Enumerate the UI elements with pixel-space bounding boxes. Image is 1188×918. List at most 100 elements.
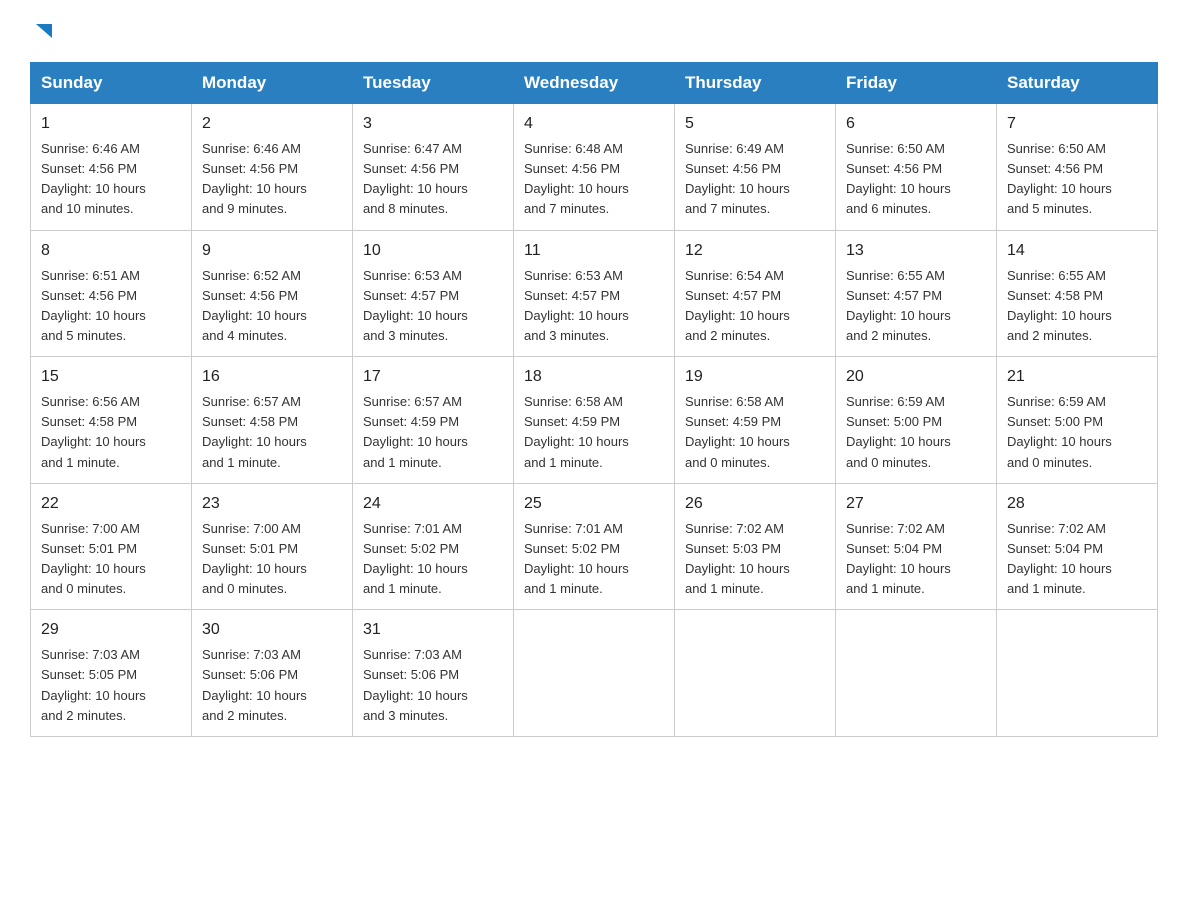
calendar-cell: 10 Sunrise: 6:53 AMSunset: 4:57 PMDaylig…: [353, 230, 514, 357]
logo: [30, 24, 54, 42]
day-number: 31: [363, 618, 503, 642]
calendar-cell: 6 Sunrise: 6:50 AMSunset: 4:56 PMDayligh…: [836, 104, 997, 231]
day-info: Sunrise: 7:01 AMSunset: 5:02 PMDaylight:…: [524, 521, 629, 596]
calendar-cell: [675, 610, 836, 737]
day-number: 5: [685, 112, 825, 136]
day-number: 26: [685, 492, 825, 516]
day-info: Sunrise: 7:02 AMSunset: 5:04 PMDaylight:…: [846, 521, 951, 596]
calendar-cell: 20 Sunrise: 6:59 AMSunset: 5:00 PMDaylig…: [836, 357, 997, 484]
calendar-cell: [836, 610, 997, 737]
day-info: Sunrise: 7:02 AMSunset: 5:03 PMDaylight:…: [685, 521, 790, 596]
day-number: 10: [363, 239, 503, 263]
day-info: Sunrise: 7:00 AMSunset: 5:01 PMDaylight:…: [202, 521, 307, 596]
day-info: Sunrise: 7:00 AMSunset: 5:01 PMDaylight:…: [41, 521, 146, 596]
calendar-cell: 17 Sunrise: 6:57 AMSunset: 4:59 PMDaylig…: [353, 357, 514, 484]
calendar-cell: 2 Sunrise: 6:46 AMSunset: 4:56 PMDayligh…: [192, 104, 353, 231]
day-number: 27: [846, 492, 986, 516]
day-info: Sunrise: 6:53 AMSunset: 4:57 PMDaylight:…: [524, 268, 629, 343]
calendar-week-1: 1 Sunrise: 6:46 AMSunset: 4:56 PMDayligh…: [31, 104, 1158, 231]
page-header: [30, 24, 1158, 42]
calendar-cell: 15 Sunrise: 6:56 AMSunset: 4:58 PMDaylig…: [31, 357, 192, 484]
day-number: 3: [363, 112, 503, 136]
weekday-header-tuesday: Tuesday: [353, 63, 514, 104]
calendar-cell: [514, 610, 675, 737]
calendar-cell: 23 Sunrise: 7:00 AMSunset: 5:01 PMDaylig…: [192, 483, 353, 610]
day-info: Sunrise: 6:57 AMSunset: 4:58 PMDaylight:…: [202, 394, 307, 469]
day-info: Sunrise: 6:46 AMSunset: 4:56 PMDaylight:…: [41, 141, 146, 216]
day-info: Sunrise: 6:46 AMSunset: 4:56 PMDaylight:…: [202, 141, 307, 216]
calendar-cell: 9 Sunrise: 6:52 AMSunset: 4:56 PMDayligh…: [192, 230, 353, 357]
calendar-table: SundayMondayTuesdayWednesdayThursdayFrid…: [30, 62, 1158, 737]
weekday-header-friday: Friday: [836, 63, 997, 104]
day-number: 20: [846, 365, 986, 389]
calendar-cell: 25 Sunrise: 7:01 AMSunset: 5:02 PMDaylig…: [514, 483, 675, 610]
calendar-cell: 4 Sunrise: 6:48 AMSunset: 4:56 PMDayligh…: [514, 104, 675, 231]
calendar-cell: 5 Sunrise: 6:49 AMSunset: 4:56 PMDayligh…: [675, 104, 836, 231]
day-number: 11: [524, 239, 664, 263]
calendar-cell: 27 Sunrise: 7:02 AMSunset: 5:04 PMDaylig…: [836, 483, 997, 610]
day-info: Sunrise: 6:52 AMSunset: 4:56 PMDaylight:…: [202, 268, 307, 343]
calendar-header-row: SundayMondayTuesdayWednesdayThursdayFrid…: [31, 63, 1158, 104]
day-info: Sunrise: 6:50 AMSunset: 4:56 PMDaylight:…: [1007, 141, 1112, 216]
day-number: 30: [202, 618, 342, 642]
calendar-cell: 1 Sunrise: 6:46 AMSunset: 4:56 PMDayligh…: [31, 104, 192, 231]
day-info: Sunrise: 6:53 AMSunset: 4:57 PMDaylight:…: [363, 268, 468, 343]
weekday-header-sunday: Sunday: [31, 63, 192, 104]
calendar-week-3: 15 Sunrise: 6:56 AMSunset: 4:58 PMDaylig…: [31, 357, 1158, 484]
day-info: Sunrise: 6:50 AMSunset: 4:56 PMDaylight:…: [846, 141, 951, 216]
day-number: 21: [1007, 365, 1147, 389]
day-info: Sunrise: 6:51 AMSunset: 4:56 PMDaylight:…: [41, 268, 146, 343]
calendar-cell: 30 Sunrise: 7:03 AMSunset: 5:06 PMDaylig…: [192, 610, 353, 737]
day-number: 2: [202, 112, 342, 136]
weekday-header-thursday: Thursday: [675, 63, 836, 104]
day-info: Sunrise: 6:54 AMSunset: 4:57 PMDaylight:…: [685, 268, 790, 343]
calendar-cell: 19 Sunrise: 6:58 AMSunset: 4:59 PMDaylig…: [675, 357, 836, 484]
calendar-cell: 7 Sunrise: 6:50 AMSunset: 4:56 PMDayligh…: [997, 104, 1158, 231]
day-number: 14: [1007, 239, 1147, 263]
day-number: 13: [846, 239, 986, 263]
weekday-header-wednesday: Wednesday: [514, 63, 675, 104]
day-info: Sunrise: 6:49 AMSunset: 4:56 PMDaylight:…: [685, 141, 790, 216]
calendar-cell: 31 Sunrise: 7:03 AMSunset: 5:06 PMDaylig…: [353, 610, 514, 737]
day-info: Sunrise: 7:02 AMSunset: 5:04 PMDaylight:…: [1007, 521, 1112, 596]
calendar-week-5: 29 Sunrise: 7:03 AMSunset: 5:05 PMDaylig…: [31, 610, 1158, 737]
day-number: 4: [524, 112, 664, 136]
weekday-header-saturday: Saturday: [997, 63, 1158, 104]
day-info: Sunrise: 7:03 AMSunset: 5:05 PMDaylight:…: [41, 647, 146, 722]
day-number: 29: [41, 618, 181, 642]
day-number: 6: [846, 112, 986, 136]
calendar-cell: 13 Sunrise: 6:55 AMSunset: 4:57 PMDaylig…: [836, 230, 997, 357]
day-info: Sunrise: 7:03 AMSunset: 5:06 PMDaylight:…: [363, 647, 468, 722]
weekday-header-monday: Monday: [192, 63, 353, 104]
calendar-cell: 8 Sunrise: 6:51 AMSunset: 4:56 PMDayligh…: [31, 230, 192, 357]
day-number: 17: [363, 365, 503, 389]
day-info: Sunrise: 6:59 AMSunset: 5:00 PMDaylight:…: [1007, 394, 1112, 469]
calendar-cell: 24 Sunrise: 7:01 AMSunset: 5:02 PMDaylig…: [353, 483, 514, 610]
calendar-cell: 21 Sunrise: 6:59 AMSunset: 5:00 PMDaylig…: [997, 357, 1158, 484]
calendar-week-4: 22 Sunrise: 7:00 AMSunset: 5:01 PMDaylig…: [31, 483, 1158, 610]
day-number: 7: [1007, 112, 1147, 136]
day-number: 22: [41, 492, 181, 516]
calendar-cell: 16 Sunrise: 6:57 AMSunset: 4:58 PMDaylig…: [192, 357, 353, 484]
logo-triangle-icon: [32, 20, 54, 42]
day-number: 12: [685, 239, 825, 263]
day-number: 28: [1007, 492, 1147, 516]
day-number: 15: [41, 365, 181, 389]
day-info: Sunrise: 6:47 AMSunset: 4:56 PMDaylight:…: [363, 141, 468, 216]
day-info: Sunrise: 6:57 AMSunset: 4:59 PMDaylight:…: [363, 394, 468, 469]
day-info: Sunrise: 6:55 AMSunset: 4:57 PMDaylight:…: [846, 268, 951, 343]
day-info: Sunrise: 6:58 AMSunset: 4:59 PMDaylight:…: [524, 394, 629, 469]
calendar-cell: 11 Sunrise: 6:53 AMSunset: 4:57 PMDaylig…: [514, 230, 675, 357]
calendar-cell: [997, 610, 1158, 737]
day-number: 19: [685, 365, 825, 389]
day-number: 9: [202, 239, 342, 263]
day-info: Sunrise: 7:03 AMSunset: 5:06 PMDaylight:…: [202, 647, 307, 722]
day-info: Sunrise: 6:59 AMSunset: 5:00 PMDaylight:…: [846, 394, 951, 469]
day-number: 18: [524, 365, 664, 389]
day-number: 24: [363, 492, 503, 516]
calendar-cell: 26 Sunrise: 7:02 AMSunset: 5:03 PMDaylig…: [675, 483, 836, 610]
day-info: Sunrise: 7:01 AMSunset: 5:02 PMDaylight:…: [363, 521, 468, 596]
calendar-cell: 12 Sunrise: 6:54 AMSunset: 4:57 PMDaylig…: [675, 230, 836, 357]
day-number: 23: [202, 492, 342, 516]
day-number: 16: [202, 365, 342, 389]
